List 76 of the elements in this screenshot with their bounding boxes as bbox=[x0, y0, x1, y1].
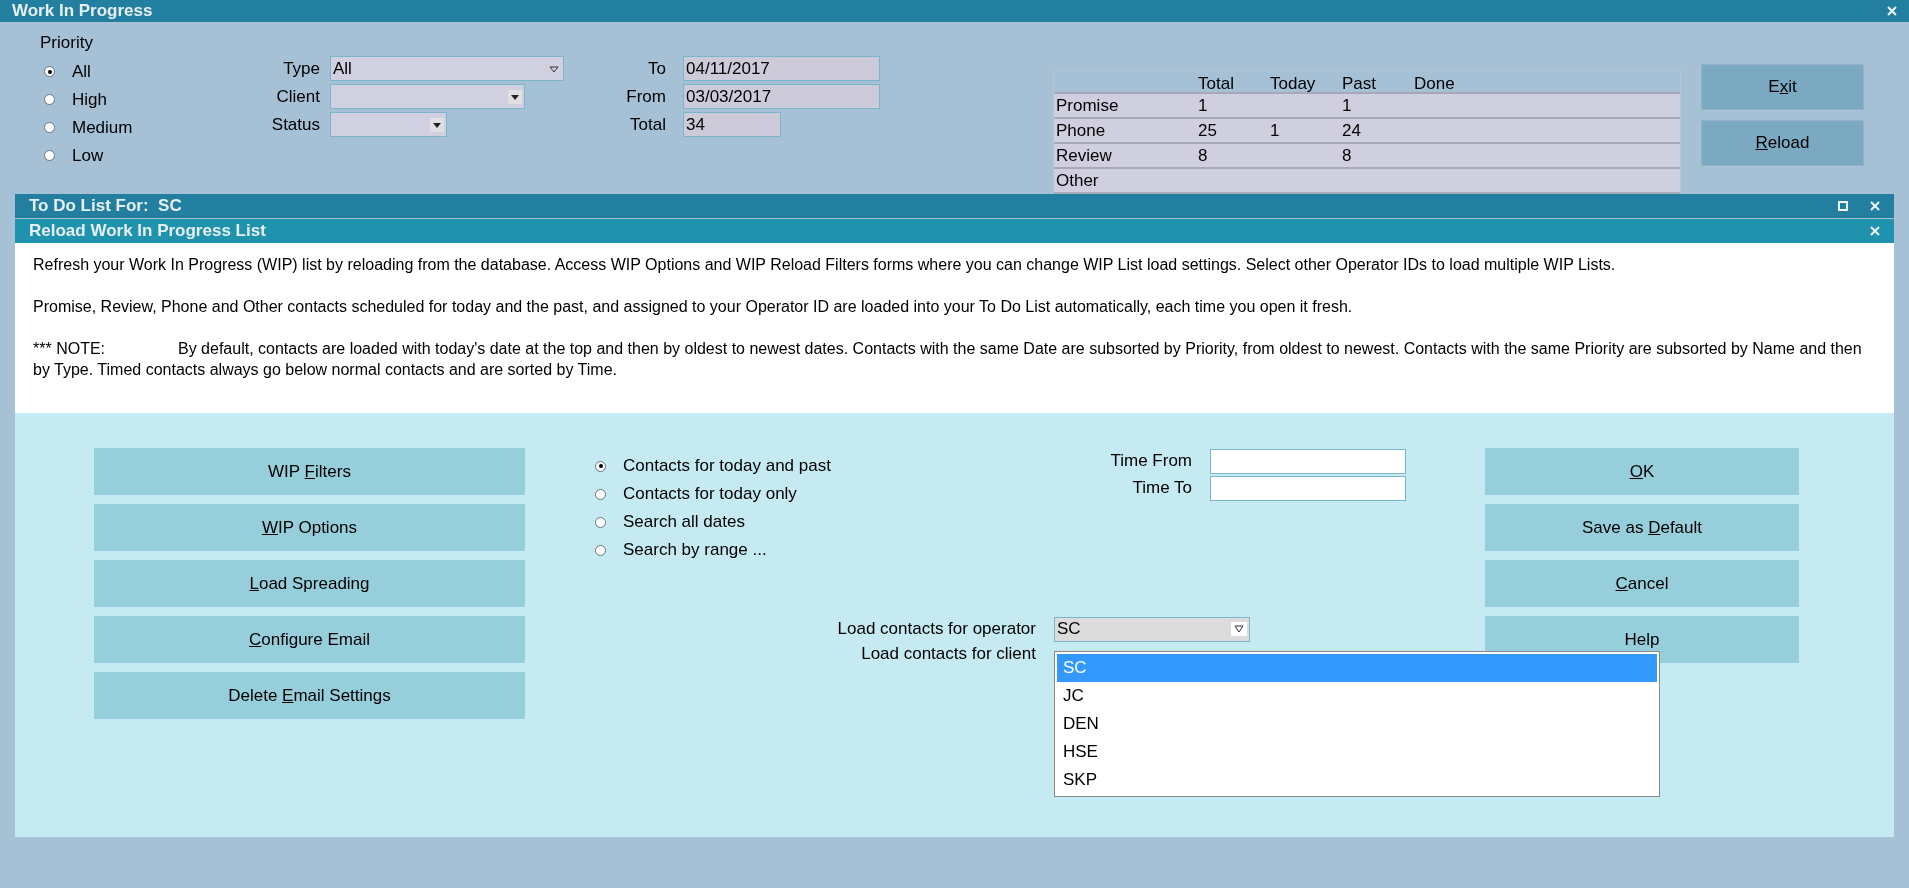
radio-label[interactable]: Low bbox=[72, 142, 104, 169]
dropdown-option[interactable]: JC bbox=[1057, 682, 1657, 710]
table-cell: 1 bbox=[1342, 95, 1352, 115]
description-text: Refresh your Work In Progress (WIP) list by reloading from the database. Access WIP Options and WIP Reload Filters forms where you can change WIP List load settings. Select other Operator IDs to load multiple WIP Lists. bbox=[33, 255, 1617, 275]
field-label: Status bbox=[270, 113, 321, 136]
field-label: Time From bbox=[1109, 450, 1193, 473]
column-header: Total bbox=[1198, 73, 1235, 92]
dropdown-option[interactable]: HSE bbox=[1057, 738, 1657, 766]
row-label: Review bbox=[1055, 144, 1113, 167]
radio-button[interactable] bbox=[595, 516, 606, 528]
dropdown-field[interactable] bbox=[330, 84, 525, 109]
action-button[interactable]: Save as Default bbox=[1485, 504, 1799, 551]
note-text: *** NOTE: By default, contacts are loaded with today's date at the top and then by oldest to newest dates. Contacts with the same Date are subsorted by Priority, from oldest to newest. Contacts with the same Priority are subsorted by Name and then by Type. Timed contacts always go below normal contacts and are sorted by Time. bbox=[33, 339, 1863, 380]
radio-label[interactable]: All bbox=[72, 58, 91, 85]
action-button[interactable]: Configure Email bbox=[94, 616, 525, 663]
dropdown-field[interactable]: All bbox=[330, 56, 564, 81]
radio-button[interactable] bbox=[595, 488, 606, 500]
table-cell: 25 bbox=[1198, 120, 1217, 140]
radio-button[interactable] bbox=[595, 544, 606, 556]
radio-label[interactable]: Contacts for today only bbox=[623, 481, 797, 507]
maximize-icon[interactable] bbox=[1838, 201, 1848, 211]
time-field[interactable] bbox=[1210, 475, 1406, 501]
row-label: Promise bbox=[1055, 94, 1120, 117]
field-label: Client bbox=[275, 85, 321, 108]
table-cell: 8 bbox=[1198, 145, 1208, 165]
column-header: Today bbox=[1270, 73, 1317, 92]
operator-dropdown[interactable]: SC bbox=[1054, 616, 1250, 642]
table-cell: 24 bbox=[1342, 120, 1361, 140]
table-cell: 1 bbox=[1198, 95, 1208, 115]
priority-label: Priority bbox=[40, 32, 94, 54]
dialog-title-bar: Reload Work In Progress List bbox=[15, 219, 1894, 243]
action-button[interactable]: Delete Email Settings bbox=[94, 672, 525, 719]
close-icon[interactable] bbox=[1870, 226, 1880, 236]
row-label: Other bbox=[1055, 169, 1100, 192]
radio-label[interactable]: Medium bbox=[72, 114, 133, 141]
window-title: Work In Progress bbox=[0, 0, 1909, 22]
date-field[interactable]: 03/03/2017 bbox=[683, 84, 880, 109]
action-button[interactable]: WIP Filters bbox=[94, 448, 525, 495]
close-icon[interactable] bbox=[1887, 6, 1897, 16]
radio-button[interactable] bbox=[595, 460, 606, 472]
dropdown-field[interactable] bbox=[330, 112, 447, 137]
field-label: Load contacts for client bbox=[860, 643, 1037, 666]
description-text: Promise, Review, Phone and Other contacts scheduled for today and the past, and assigned to your Operator ID are loaded into your To Do List automatically, each time you open it fresh. bbox=[33, 297, 1354, 317]
radio-label[interactable]: Search all dates bbox=[623, 509, 745, 535]
column-header: Past bbox=[1342, 73, 1378, 92]
dropdown-option[interactable]: SKP bbox=[1057, 766, 1657, 794]
action-button[interactable]: WIP Options bbox=[94, 504, 525, 551]
row-label: Phone bbox=[1055, 119, 1107, 142]
field-label: Type bbox=[282, 57, 321, 80]
action-button[interactable]: OK bbox=[1485, 448, 1799, 495]
field-label: Total bbox=[629, 113, 667, 136]
radio-button[interactable] bbox=[44, 122, 55, 133]
list-title-bar: To Do List For: SC bbox=[15, 194, 1894, 218]
action-button[interactable]: Load Spreading bbox=[94, 560, 525, 607]
column-header: Done bbox=[1414, 73, 1456, 92]
radio-button[interactable] bbox=[44, 94, 55, 105]
radio-button[interactable] bbox=[44, 150, 55, 161]
action-button[interactable]: Cancel bbox=[1485, 560, 1799, 607]
radio-label[interactable]: Contacts for today and past bbox=[623, 453, 831, 479]
radio-button[interactable] bbox=[44, 66, 55, 77]
field-label: To bbox=[647, 57, 667, 80]
radio-label[interactable]: High bbox=[72, 86, 107, 113]
field-label: Load contacts for operator bbox=[836, 618, 1037, 641]
table-cell: 8 bbox=[1342, 145, 1352, 165]
time-field[interactable] bbox=[1210, 448, 1406, 474]
toolbar-button[interactable]: Exit bbox=[1701, 64, 1864, 110]
toolbar-button[interactable]: Reload bbox=[1701, 120, 1864, 166]
date-field[interactable]: 34 bbox=[683, 112, 781, 137]
dropdown-option[interactable]: DEN bbox=[1057, 710, 1657, 738]
close-icon[interactable] bbox=[1870, 201, 1880, 211]
table-cell: 1 bbox=[1270, 120, 1280, 140]
dropdown-arrow-icon bbox=[1231, 622, 1247, 636]
date-field[interactable]: 04/11/2017 bbox=[683, 56, 880, 81]
field-label: Time To bbox=[1131, 477, 1193, 500]
field-label: From bbox=[625, 85, 667, 108]
radio-label[interactable]: Search by range ... bbox=[623, 537, 767, 563]
